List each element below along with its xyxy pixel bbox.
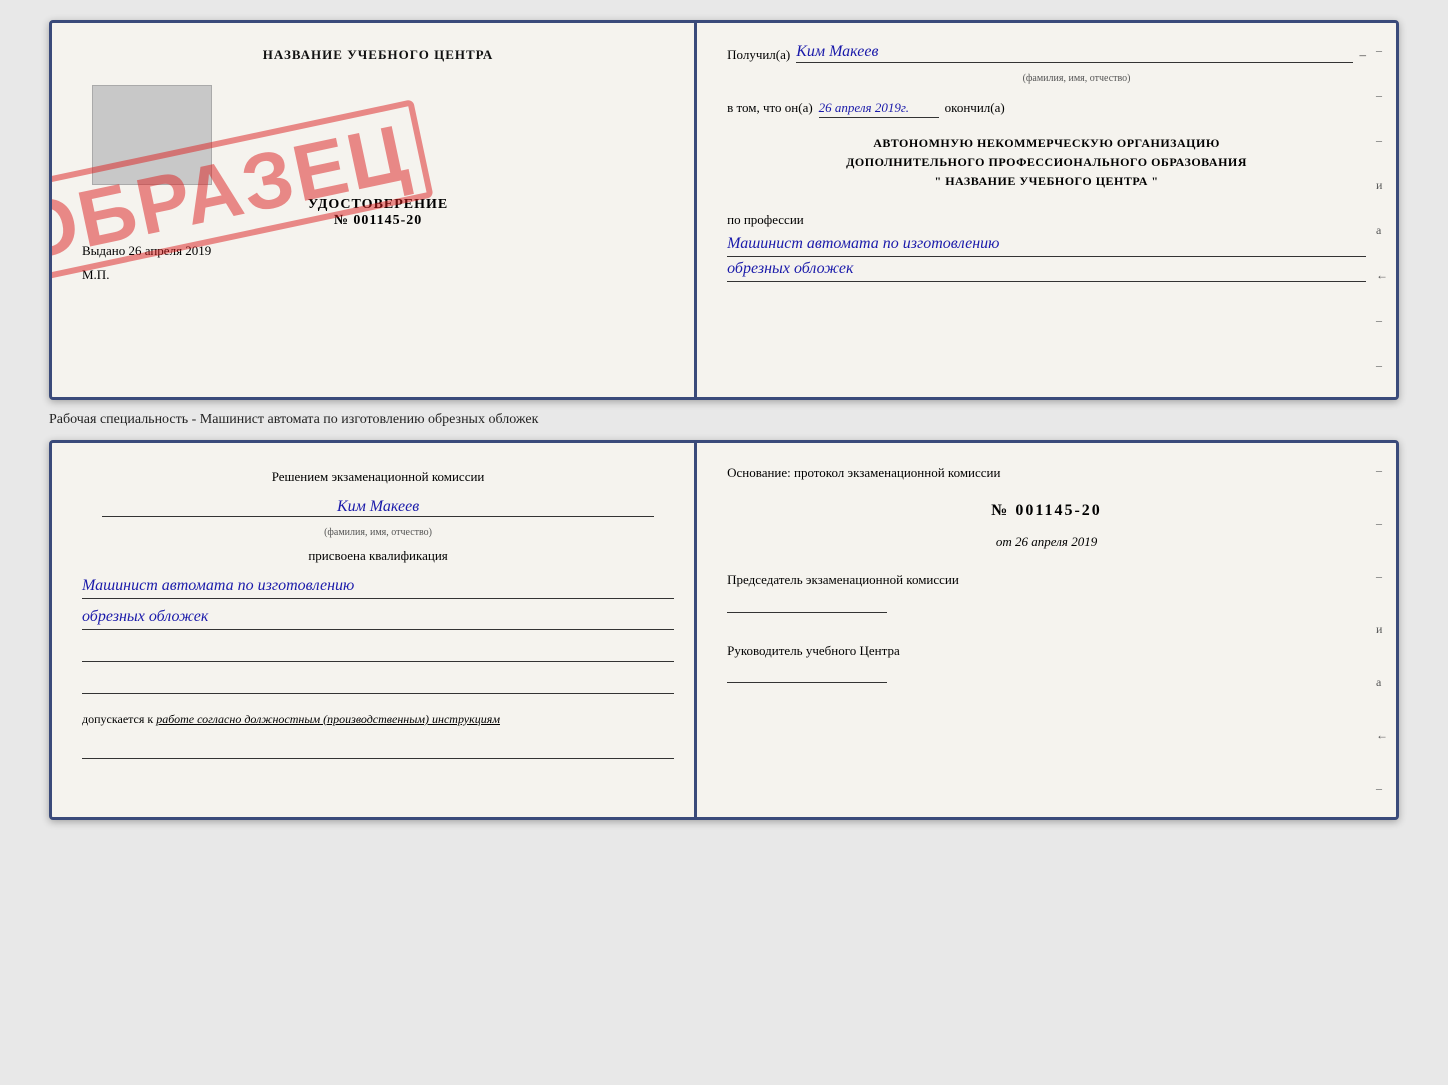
rukovoditel-signature-line xyxy=(727,665,887,683)
predsedatel-label: Председатель экзаменационной комиссии xyxy=(727,570,1366,591)
dopuskaetsya-text: работе согласно должностным (производств… xyxy=(156,712,500,726)
rukovoditel-block: Руководитель учебного Центра xyxy=(727,641,1366,692)
empty-line-3 xyxy=(82,741,674,759)
vydano-block: Выдано 26 апреля 2019 xyxy=(82,243,674,259)
udostoverenie-label: УДОСТОВЕРЕНИЕ xyxy=(82,197,674,213)
protocol-number: № 001145-20 xyxy=(727,502,1366,520)
poluchil-subtitle: (фамилия, имя, отчество) xyxy=(787,73,1366,84)
vydano-date: 26 апреля 2019 xyxy=(129,243,212,258)
profession-line2: обрезных обложек xyxy=(727,257,1366,282)
profession-label: по профессии xyxy=(727,212,804,227)
empty-line-1 xyxy=(82,644,674,662)
right-dashes-bottom: – – – и а ← – – – – xyxy=(1376,463,1388,820)
org-block: АВТОНОМНУЮ НЕКОММЕРЧЕСКУЮ ОРГАНИЗАЦИЮ ДО… xyxy=(727,134,1366,192)
vtom-label: в том, что он(а) xyxy=(727,100,813,116)
org-line3: " НАЗВАНИЕ УЧЕБНОГО ЦЕНТРА " xyxy=(727,172,1366,191)
top-certificate-book: НАЗВАНИЕ УЧЕБНОГО ЦЕНТРА УДОСТОВЕРЕНИЕ №… xyxy=(49,20,1399,400)
photo-placeholder xyxy=(92,85,212,185)
komissia-subtitle: (фамилия, имя, отчество) xyxy=(82,527,674,538)
profession-line1: Машинист автомата по изготовлению xyxy=(727,232,1366,257)
profession-block: по профессии Машинист автомата по изгото… xyxy=(727,212,1366,288)
poluchil-label: Получил(а) xyxy=(727,47,790,63)
bottom-right-page: Основание: протокол экзаменационной коми… xyxy=(697,443,1396,817)
kval-line1: Машинист автомата по изготовлению xyxy=(82,574,674,599)
vtom-row: в том, что он(а) 26 апреля 2019г. окончи… xyxy=(727,100,1366,118)
komissia-name: Ким Макеев xyxy=(102,498,654,517)
top-right-page: Получил(а) Ким Макеев – (фамилия, имя, о… xyxy=(697,23,1396,397)
document-wrapper: НАЗВАНИЕ УЧЕБНОГО ЦЕНТРА УДОСТОВЕРЕНИЕ №… xyxy=(49,20,1399,820)
predsedatel-signature-line xyxy=(727,595,887,613)
protocol-date-value: 26 апреля 2019 xyxy=(1015,534,1097,549)
osnovanie-header: Основание: протокол экзаменационной коми… xyxy=(727,463,1366,484)
empty-line-2 xyxy=(82,676,674,694)
bottom-certificate-book: Решением экзаменационной комиссии Ким Ма… xyxy=(49,440,1399,820)
right-side-dashes: – – – и а ← – – – – xyxy=(1376,43,1388,400)
vydano-label: Выдано xyxy=(82,243,125,258)
org-line1: АВТОНОМНУЮ НЕКОММЕРЧЕСКУЮ ОРГАНИЗАЦИЮ xyxy=(727,134,1366,153)
top-left-header: НАЗВАНИЕ УЧЕБНОГО ЦЕНТРА xyxy=(82,47,674,63)
dopuskaetsya-label: допускается к xyxy=(82,712,153,726)
org-line2: ДОПОЛНИТЕЛЬНОГО ПРОФЕССИОНАЛЬНОГО ОБРАЗО… xyxy=(727,153,1366,172)
kval-line2: обрезных обложек xyxy=(82,605,674,630)
okochnil-label: окончил(а) xyxy=(945,100,1005,116)
protocol-date-prefix: от xyxy=(996,534,1012,549)
predsedatel-block: Председатель экзаменационной комиссии xyxy=(727,570,1366,621)
komissia-header: Решением экзаменационной комиссии xyxy=(82,467,674,488)
vtom-date: 26 апреля 2019г. xyxy=(819,100,939,118)
separator-label: Рабочая специальность - Машинист автомат… xyxy=(49,410,1399,430)
dopuskaetsya-block: допускается к работе согласно должностны… xyxy=(82,712,674,727)
poluchil-row: Получил(а) Ким Макеев – xyxy=(727,43,1366,63)
prisvoena-label: присвоена квалификация xyxy=(82,548,674,564)
mp-label: М.П. xyxy=(82,267,674,283)
nomer-label: № 001145-20 xyxy=(82,213,674,229)
dash-after-poluchil: – xyxy=(1359,47,1366,63)
protocol-date: от 26 апреля 2019 xyxy=(727,534,1366,550)
rukovoditel-label: Руководитель учебного Центра xyxy=(727,641,1366,662)
poluchil-name: Ким Макеев xyxy=(796,43,1353,63)
top-left-page: НАЗВАНИЕ УЧЕБНОГО ЦЕНТРА УДОСТОВЕРЕНИЕ №… xyxy=(52,23,697,397)
bottom-left-page: Решением экзаменационной комиссии Ким Ма… xyxy=(52,443,697,817)
